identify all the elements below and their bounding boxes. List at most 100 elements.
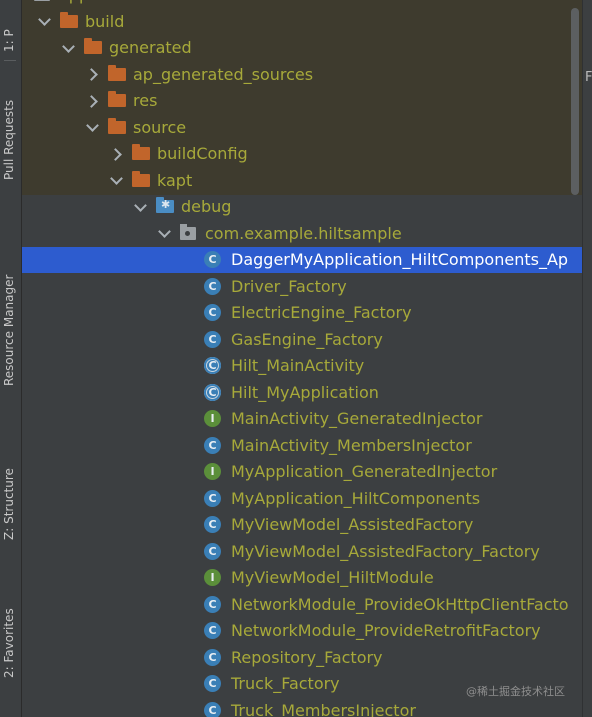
tree-row-label: Driver_Factory [231, 276, 347, 296]
tree-row-label: Repository_Factory [231, 647, 383, 667]
tree-row-label: Hilt_MyApplication [231, 382, 379, 402]
class-icon: C [204, 304, 221, 321]
tree-row[interactable]: C MyViewModel_AssistedFactory [22, 512, 592, 538]
tree-row[interactable]: I MyViewModel_HiltModule [22, 565, 592, 591]
tree-row-label: Truck_MembersInjector [231, 700, 416, 717]
tree-row-label: generated [109, 38, 192, 57]
tree-row[interactable]: C GasEngine_Factory [22, 326, 592, 352]
tree-row[interactable]: ap_generated_sources [22, 61, 592, 87]
tree-row[interactable]: source [22, 114, 592, 140]
chevron-down-icon[interactable] [86, 121, 98, 133]
tree-row[interactable]: C Truck_MembersInjector [22, 697, 592, 717]
tree-row-label: ElectricEngine_Factory [231, 303, 412, 322]
class-icon: C [204, 489, 221, 507]
vertical-scrollbar[interactable] [571, 8, 579, 195]
class-icon: C [204, 277, 221, 295]
tree-row-label: debug [181, 197, 232, 216]
tree-row-label: kapt [157, 170, 193, 190]
folder-icon [132, 144, 150, 160]
tree-row[interactable]: generated [22, 35, 592, 61]
tree-row-label: buildConfig [157, 144, 248, 163]
class-icon: C [204, 701, 221, 717]
editor-edge [582, 0, 592, 717]
tree-row-label: MyViewModel_AssistedFactory_Factory [231, 541, 540, 561]
chevron-down-icon[interactable] [62, 42, 74, 54]
folder-icon [108, 91, 126, 107]
tree-row-label: NetworkModule_ProvideRetrofitFactory [231, 621, 541, 640]
tree-row[interactable]: com.example.hiltsample [22, 220, 592, 246]
tree-row[interactable]: C Hilt_MyApplication [22, 379, 592, 405]
tab-pull-requests[interactable]: Pull Requests [2, 80, 16, 180]
chevron-down-icon[interactable] [38, 15, 50, 27]
folder-icon [108, 64, 126, 81]
folder-icon [132, 170, 150, 187]
chevron-right-icon[interactable] [86, 95, 98, 107]
tree-row[interactable]: I MainActivity_GeneratedInjector [22, 406, 592, 432]
tree-row[interactable]: C MainActivity_MembersInjector [22, 432, 592, 458]
tree-row-label: NetworkModule_ProvideOkHttpClientFacto [231, 594, 569, 614]
folder-icon [108, 117, 126, 134]
watermark: @稀土掘金技术社区 [466, 685, 565, 698]
folder-icon [60, 11, 78, 28]
project-tree[interactable]: app build generated ap_generated_sourcesres… [22, 0, 592, 717]
class-icon: C [204, 648, 221, 666]
tree-row-label: MainActivity_MembersInjector [231, 435, 472, 455]
module-icon [34, 0, 50, 1]
tree-row-label: ap_generated_sources [133, 64, 314, 84]
class-icon: C [204, 516, 221, 533]
class-icon: C [204, 595, 221, 613]
tab-resource-manager[interactable]: Resource Manager [2, 236, 16, 386]
tree-row[interactable]: C ElectricEngine_Factory [22, 300, 592, 326]
chevron-right-icon[interactable] [86, 68, 98, 80]
chevron-right-icon[interactable] [110, 148, 122, 160]
tree-row[interactable]: C MyViewModel_AssistedFactory_Factory [22, 538, 592, 564]
tree-row[interactable]: kapt [22, 167, 592, 193]
tab-favorites[interactable]: 2: Favorites [2, 578, 16, 678]
tree-row-app[interactable]: app [22, 0, 592, 8]
interface-icon: I [204, 410, 221, 427]
tree-row-label: DaggerMyApplication_HiltComponents_Ap [231, 250, 569, 269]
chevron-down-icon[interactable] [134, 201, 146, 213]
tree-row[interactable]: res [22, 88, 592, 114]
chevron-down-icon[interactable] [110, 174, 122, 186]
tree-row[interactable]: C Hilt_MainActivity [22, 353, 592, 379]
class-icon: C [204, 330, 221, 348]
tree-row-label: Truck_Factory [231, 674, 340, 693]
tab-project[interactable]: 1: P [2, 2, 16, 52]
tree-row[interactable]: debug [22, 194, 592, 220]
tree-row-label: GasEngine_Factory [231, 329, 383, 349]
tree-row[interactable]: buildConfig [22, 141, 592, 167]
tree-row-label: app [59, 0, 89, 4]
strip-divider [4, 60, 16, 61]
package-icon [180, 223, 196, 240]
chevron-down-icon[interactable] [158, 227, 170, 239]
editor-edge-letter: F [585, 70, 592, 85]
interface-icon: I [204, 463, 221, 480]
tree-row-label: Hilt_MainActivity [231, 356, 365, 375]
tree-row-label: MyViewModel_AssistedFactory [231, 515, 474, 534]
tab-structure[interactable]: Z: Structure [2, 440, 16, 540]
tree-row[interactable]: C NetworkModule_ProvideOkHttpClientFacto [22, 591, 592, 617]
tree-row-label: build [85, 11, 125, 31]
tree-row-label: MainActivity_GeneratedInjector [231, 409, 483, 428]
interface-icon: I [204, 569, 221, 586]
tree-row[interactable]: C Repository_Factory [22, 644, 592, 670]
class-icon: C [204, 675, 221, 692]
tree-row-label: source [133, 117, 187, 137]
tree-row[interactable]: I MyApplication_GeneratedInjector [22, 459, 592, 485]
tree-row[interactable]: C Driver_Factory [22, 273, 592, 299]
abstract-class-icon: C [204, 383, 221, 401]
tree-row-label: MyViewModel_HiltModule [231, 568, 434, 587]
abstract-class-icon: C [204, 357, 221, 374]
tool-window-strip: 1: P Pull Requests Resource Manager Z: S… [0, 0, 22, 717]
class-icon: C [204, 251, 221, 268]
folder-icon [84, 38, 102, 54]
tree-row[interactable]: build [22, 8, 592, 34]
tree-row-selected[interactable]: C DaggerMyApplication_HiltComponents_Ap [22, 246, 592, 273]
tree-row-label: MyApplication_GeneratedInjector [231, 462, 498, 481]
tree-row[interactable]: C NetworkModule_ProvideRetrofitFactory [22, 618, 592, 644]
class-icon: C [204, 436, 221, 454]
tree-row[interactable]: C MyApplication_HiltComponents [22, 485, 592, 511]
tree-row-label: com.example.hiltsample [205, 223, 402, 243]
tree-row-label: res [133, 91, 158, 110]
